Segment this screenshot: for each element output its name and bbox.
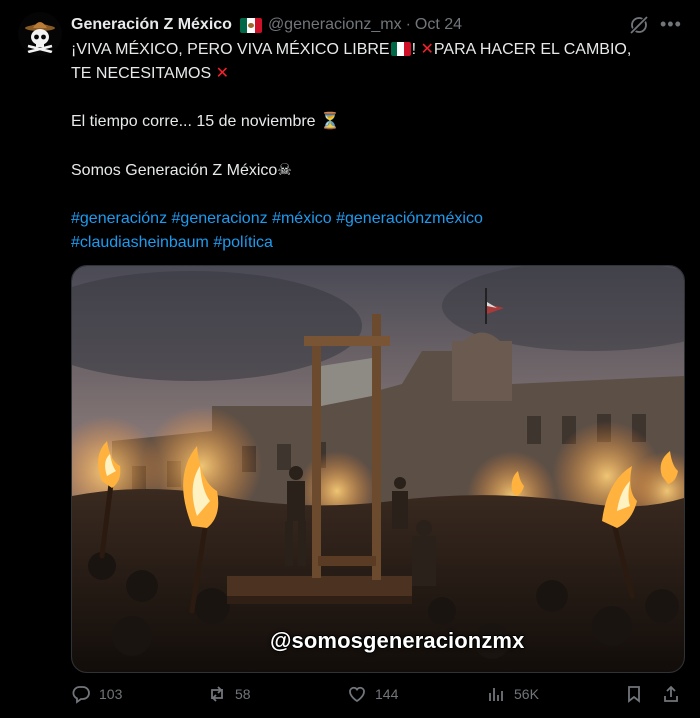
reply-button[interactable]: 103 — [71, 684, 122, 704]
views-button[interactable]: 56K — [486, 684, 539, 704]
reply-count: 103 — [99, 686, 123, 702]
tweet-line-1: ¡VIVA MÉXICO, PERO VIVA MÉXICO LIBRE! ✕P… — [71, 38, 686, 62]
hashtag-link[interactable]: #claudiasheinbaum — [71, 234, 209, 251]
views-count: 56K — [514, 686, 539, 702]
hashtag-link[interactable]: #política — [213, 234, 273, 251]
tweet-line-4: Somos Generación Z México☠ — [71, 158, 686, 183]
tweet-text-segment: Somos Generación Z México — [71, 162, 278, 179]
timestamp[interactable]: Oct 24 — [415, 16, 462, 34]
tweet-text-segment: ! — [411, 41, 417, 58]
hashtags-line-1: #generaciónz #generacionz #méxico #gener… — [71, 207, 686, 231]
hashtag-link[interactable]: #generaciónz — [71, 210, 167, 227]
hashtag-link[interactable]: #méxico — [272, 210, 332, 227]
hashtag-link[interactable]: #generacionz — [172, 210, 268, 227]
repost-count: 58 — [235, 686, 251, 702]
red-x-icon: ✕ — [420, 41, 434, 58]
like-button[interactable]: 144 — [347, 684, 398, 704]
hashtags-line-2: #claudiasheinbaum #política — [71, 231, 686, 255]
share-icon — [664, 685, 678, 702]
like-count: 144 — [375, 686, 399, 702]
grok-icon[interactable] — [628, 14, 650, 36]
bookmark-button[interactable] — [624, 684, 644, 704]
tweet-actions: 103 58 144 56K — [71, 684, 686, 712]
heart-icon — [349, 686, 365, 703]
separator: · — [405, 16, 411, 33]
mexico-flag-icon — [239, 17, 262, 33]
views-icon — [489, 688, 503, 701]
tweet-text-segment: ¡VIVA MÉXICO, PERO VIVA MÉXICO LIBRE — [71, 41, 390, 58]
reply-icon — [72, 686, 90, 704]
handle[interactable]: @generacionz_mx — [268, 16, 402, 34]
media-watermark: @somosgeneracionzmx — [270, 628, 525, 653]
tweet-text-segment: TE NECESITAMOS — [71, 65, 212, 82]
guillotine-rally-illustration — [72, 266, 684, 672]
share-button[interactable] — [661, 684, 681, 704]
tweet-line-3: El tiempo corre... 15 de noviembre ⏳ — [71, 110, 686, 134]
bookmark-icon — [628, 686, 640, 703]
tweet-header: Generación Z México @generacionz_mx · Oc… — [71, 13, 591, 37]
avatar[interactable] — [18, 12, 62, 56]
skull-crossbones-icon: ☠ — [277, 160, 292, 179]
tweet-text-segment: PARA HACER EL CAMBIO, — [433, 41, 632, 58]
hashtag-link[interactable]: #generaciónzméxico — [336, 210, 483, 227]
tweet-text-segment: El tiempo corre... 15 de noviembre — [71, 113, 316, 130]
hourglass-icon: ⏳ — [320, 113, 340, 130]
tweet-media-image[interactable]: @somosgeneracionzmx — [71, 265, 685, 673]
mexico-flag-icon — [390, 42, 411, 56]
repost-icon — [211, 686, 223, 702]
tweet-line-2: TE NECESITAMOS ✕ — [71, 62, 686, 86]
repost-button[interactable]: 58 — [207, 684, 251, 704]
display-name[interactable]: Generación Z México — [71, 16, 232, 34]
skull-hat-avatar-icon — [18, 12, 62, 56]
tweet-text: ¡VIVA MÉXICO, PERO VIVA MÉXICO LIBRE! ✕P… — [71, 38, 686, 255]
more-icon[interactable]: ••• — [660, 15, 682, 37]
red-x-icon: ✕ — [215, 65, 230, 82]
